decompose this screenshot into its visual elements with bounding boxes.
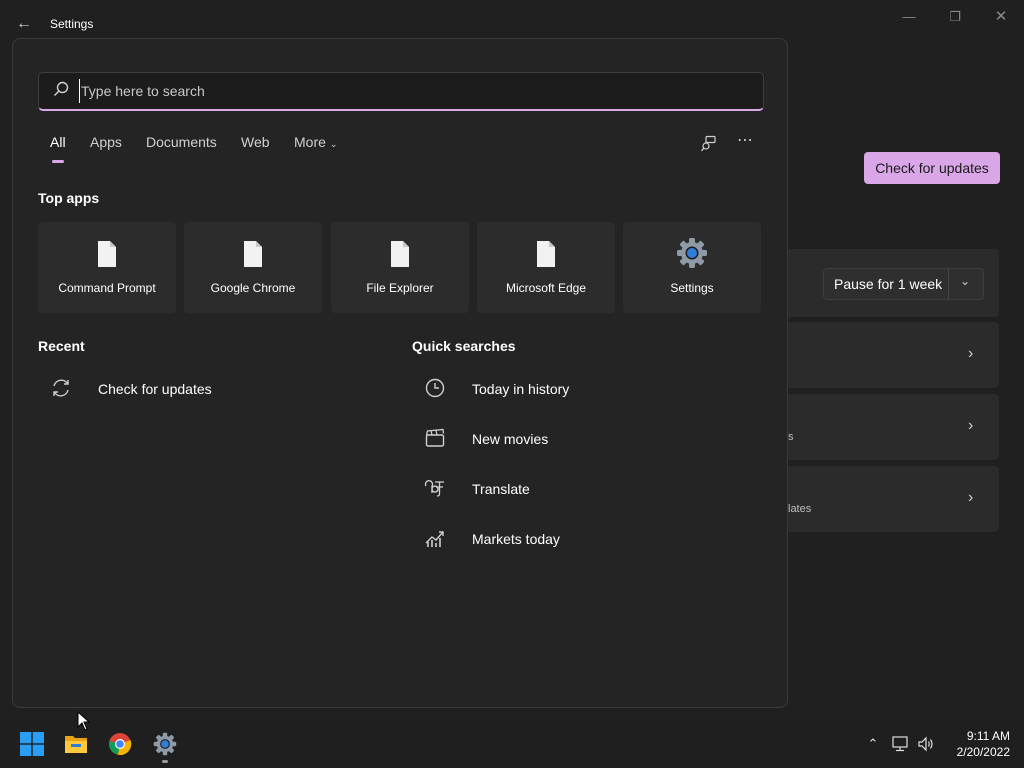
app-tile-settings[interactable]: Settings — [623, 222, 761, 313]
windows-logo-icon — [20, 732, 44, 756]
recent-item-label: Check for updates — [98, 381, 212, 397]
top-apps-heading: Top apps — [38, 190, 100, 206]
quick-search-label: Markets today — [472, 531, 560, 547]
search-box[interactable] — [38, 72, 764, 111]
app-tile-file-explorer[interactable]: File Explorer — [331, 222, 469, 313]
pause-updates-dropdown[interactable]: Pause for 1 week ⌄ — [823, 268, 984, 300]
chrome-taskbar-button[interactable] — [108, 732, 132, 756]
dropdown-divider — [948, 269, 949, 299]
search-input[interactable] — [79, 79, 731, 103]
show-hidden-icons-button[interactable]: ⌃ — [864, 736, 882, 752]
card-text-fragment: s — [788, 431, 794, 443]
quick-search-label: Today in history — [472, 381, 570, 397]
chevron-right-icon: › — [968, 489, 974, 506]
more-options-button[interactable]: ⋯ — [733, 132, 757, 155]
app-tile-label: File Explorer — [366, 281, 434, 295]
tab-apps[interactable]: Apps — [90, 134, 122, 150]
chevron-right-icon: › — [968, 345, 974, 362]
quick-search-new-movies[interactable]: New movies — [424, 427, 724, 451]
quick-search-translate[interactable]: Translate — [424, 477, 724, 501]
app-tile-label: Google Chrome — [210, 281, 296, 295]
start-button[interactable] — [20, 732, 44, 756]
clock-date[interactable]: 2/20/2022 — [944, 745, 1010, 759]
app-tile-label: Microsoft Edge — [505, 281, 587, 295]
folder-icon — [65, 736, 87, 753]
document-icon — [537, 241, 555, 267]
maximize-button[interactable]: ❐ — [932, 6, 978, 28]
close-icon: ✕ — [994, 8, 1008, 25]
app-tile-command-prompt[interactable]: Command Prompt — [38, 222, 176, 313]
arrow-left-icon: ← — [16, 15, 32, 32]
app-tile-label: Settings — [670, 281, 714, 295]
check-for-updates-button[interactable]: Check for updates — [864, 152, 1000, 184]
quick-search-label: Translate — [472, 481, 530, 497]
volume-icon[interactable] — [917, 736, 935, 752]
app-tile-label: Command Prompt — [58, 281, 156, 295]
pause-updates-label: Pause for 1 week — [834, 276, 943, 292]
tab-web[interactable]: Web — [241, 134, 270, 150]
document-icon — [391, 241, 409, 267]
recent-item-check-for-updates[interactable]: Check for updates — [50, 377, 350, 401]
sync-icon — [53, 379, 69, 397]
card-text-fragment: lates — [788, 503, 812, 515]
search-icon — [53, 81, 69, 97]
minimize-button[interactable]: — — [886, 6, 932, 28]
tab-more[interactable]: More ⌄ — [294, 134, 337, 150]
minimize-icon: — — [902, 9, 916, 24]
clapperboard-icon — [425, 428, 445, 447]
chevron-up-icon: ⌃ — [867, 736, 879, 751]
active-tab-indicator — [52, 160, 64, 163]
chart-icon — [425, 531, 444, 547]
chevron-right-icon: › — [968, 417, 974, 434]
document-icon — [98, 241, 116, 267]
window-title: Settings — [50, 17, 94, 31]
document-icon — [244, 241, 262, 267]
search-device-button[interactable] — [697, 135, 721, 155]
ellipsis-icon: ⋯ — [737, 132, 753, 149]
file-explorer-taskbar-button[interactable] — [64, 732, 88, 756]
chevron-down-icon[interactable]: ⌄ — [960, 274, 970, 288]
device-search-icon — [701, 135, 716, 152]
tab-all[interactable]: All — [50, 134, 66, 150]
settings-taskbar-button[interactable] — [153, 732, 177, 756]
running-indicator — [162, 760, 168, 763]
mouse-cursor-icon — [77, 711, 91, 731]
quick-searches-heading: Quick searches — [412, 338, 516, 354]
back-button[interactable]: ← — [14, 14, 34, 34]
quick-search-today-in-history[interactable]: Today in history — [424, 377, 724, 401]
tab-more-label: More — [294, 134, 326, 150]
restore-icon: ❐ — [949, 9, 961, 24]
taskbar: ⌃ 9:11 AM 2/20/2022 — [0, 720, 1024, 768]
recent-heading: Recent — [38, 338, 85, 354]
search-flyout: All Apps Documents Web More⌄ ⋯ Top apps … — [12, 38, 788, 708]
clock-icon — [425, 378, 445, 398]
app-tile-microsoft-edge[interactable]: Microsoft Edge — [477, 222, 615, 313]
app-tile-google-chrome[interactable]: Google Chrome — [184, 222, 322, 313]
chevron-down-icon: ⌄ — [329, 139, 338, 149]
close-button[interactable]: ✕ — [978, 6, 1024, 28]
quick-search-label: New movies — [472, 431, 549, 447]
quick-search-markets-today[interactable]: Markets today — [424, 527, 724, 551]
network-icon[interactable] — [892, 736, 910, 752]
translate-icon — [424, 480, 444, 497]
gear-icon — [677, 238, 707, 268]
chrome-icon — [109, 733, 132, 756]
clock-time[interactable]: 9:11 AM — [944, 729, 1010, 743]
tab-documents[interactable]: Documents — [146, 134, 217, 150]
